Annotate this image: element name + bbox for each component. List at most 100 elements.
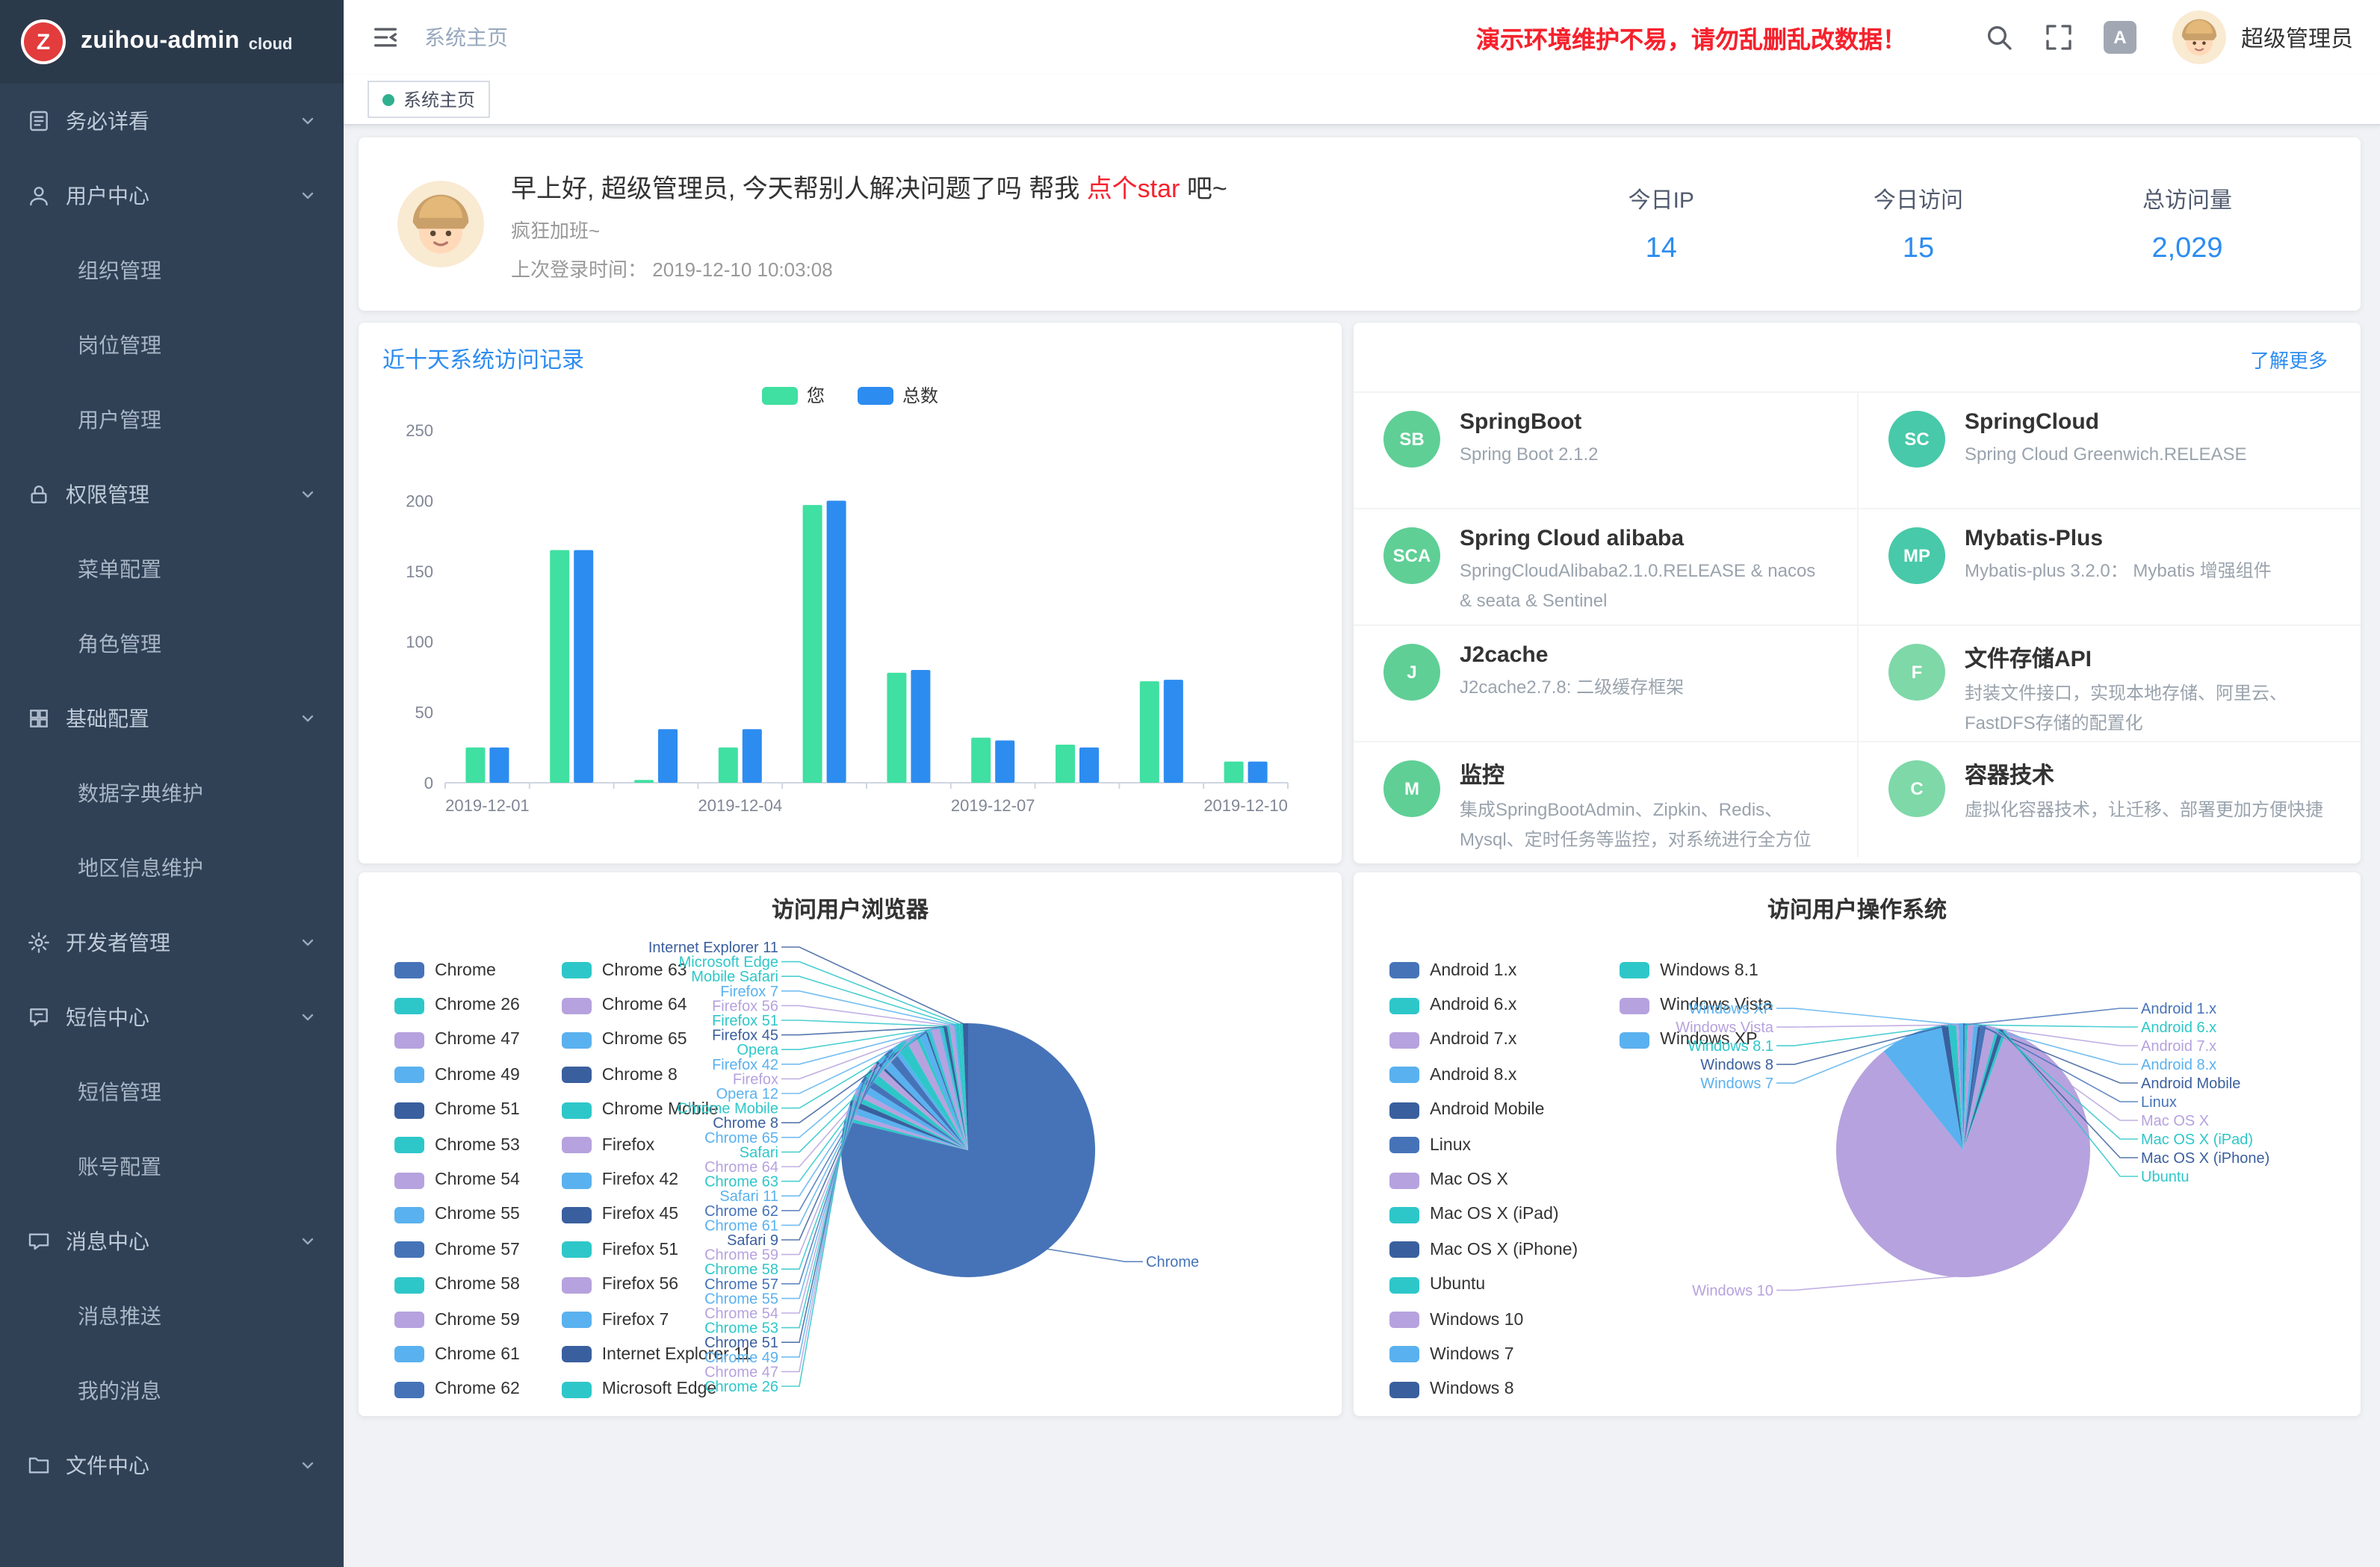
bar-segment[interactable] — [489, 748, 509, 783]
bar-chart: 0501001502002502019-12-012019-12-042019-… — [382, 412, 1309, 843]
sidebar-subitem[interactable]: 用户管理 — [0, 382, 344, 457]
chevron-down-icon — [299, 934, 317, 952]
tech-desc: Spring Boot 2.1.2 — [1460, 441, 1598, 471]
logo-icon: Z — [21, 19, 66, 64]
tech-grid: SBSpringBootSpring Boot 2.1.2SCSpringClo… — [1354, 391, 2361, 857]
pie-label: Windows XP — [1689, 1001, 1773, 1017]
tech-badge: C — [1888, 760, 1945, 817]
sidebar-subitem[interactable]: 数据字典维护 — [0, 756, 344, 831]
sidebar-subitem[interactable]: 短信管理 — [0, 1055, 344, 1129]
pie-label: Mac OS X (iPad) — [2141, 1132, 2253, 1148]
bar-segment[interactable] — [743, 729, 762, 783]
legend-item[interactable]: 您 — [762, 382, 825, 408]
tech-info: Mybatis-PlusMybatis-plus 3.2.0： Mybatis … — [1965, 523, 2272, 611]
sidebar-subitem[interactable]: 我的消息 — [0, 1353, 344, 1428]
fullscreen-icon[interactable] — [2044, 22, 2074, 52]
last-login: 上次登录时间： 2019-12-10 10:03:08 — [511, 253, 1628, 282]
bar-segment[interactable] — [634, 780, 654, 783]
sidebar-item[interactable]: 务必详看 — [0, 84, 344, 158]
main-area: 系统主页 演示环境维护不易，请勿乱删乱改数据！ A — [344, 0, 2380, 1567]
sidebar-subitem[interactable]: 组织管理 — [0, 233, 344, 308]
tech-desc: 集成SpringBootAdmin、Zipkin、Redis、Mysql、定时任… — [1460, 796, 1827, 857]
sidebar-subitem-label: 角色管理 — [78, 629, 161, 659]
stat-label: 总访问量 — [2142, 183, 2232, 214]
legend-swatch — [762, 386, 798, 404]
tech-item[interactable]: F文件存储API封装文件接口，实现本地存储、阿里云、FastDFS存储的配置化 — [1857, 624, 2361, 741]
bar-segment[interactable] — [1224, 762, 1244, 783]
tech-item[interactable]: JJ2cacheJ2cache2.7.8: 二级缓存框架 — [1354, 624, 1857, 741]
sidebar-item-label: 基础配置 — [66, 704, 284, 733]
bar-segment[interactable] — [971, 738, 991, 783]
tech-title: Mybatis-Plus — [1965, 526, 2272, 551]
sidebar-subitem[interactable]: 岗位管理 — [0, 308, 344, 382]
tech-item[interactable]: SCASpring Cloud alibabaSpringCloudAlibab… — [1354, 508, 1857, 624]
sidebar-subitem[interactable]: 角色管理 — [0, 606, 344, 681]
tech-badge: F — [1888, 644, 1945, 701]
bar-segment[interactable] — [658, 729, 678, 783]
sidebar-subitem[interactable]: 账号配置 — [0, 1129, 344, 1204]
bar-segment[interactable] — [719, 748, 738, 783]
font-size-icon[interactable]: A — [2104, 21, 2136, 54]
avatar[interactable] — [2172, 10, 2226, 64]
bar-segment[interactable] — [465, 748, 485, 783]
sidebar-item-label: 短信中心 — [66, 1002, 284, 1032]
app-logo[interactable]: Z zuihou-admin cloud — [0, 0, 344, 84]
app-title: zuihou-admin — [81, 28, 240, 55]
tech-item[interactable]: SBSpringBootSpring Boot 2.1.2 — [1354, 391, 1857, 508]
tech-item[interactable]: C容器技术虚拟化容器技术，让迁移、部署更加方便快捷 — [1857, 741, 2361, 857]
pie-label: Linux — [2141, 1094, 2177, 1111]
sidebar-item-label: 权限管理 — [66, 480, 284, 509]
pie-label: Android Mobile — [2141, 1076, 2240, 1092]
menu-collapse-icon[interactable] — [371, 22, 400, 52]
stat-value: 14 — [1628, 232, 1694, 265]
tab-home[interactable]: 系统主页 — [368, 81, 490, 118]
bar-segment[interactable] — [1140, 681, 1159, 783]
bar-segment[interactable] — [887, 673, 906, 783]
app-title-suffix: cloud — [249, 35, 293, 53]
bar-segment[interactable] — [574, 550, 593, 783]
tech-item[interactable]: SCSpringCloudSpring Cloud Greenwich.RELE… — [1857, 391, 2361, 508]
legend-item[interactable]: 总数 — [858, 382, 938, 408]
bar-segment[interactable] — [1164, 680, 1183, 783]
bar-chart-legend: 您 总数 — [359, 382, 1342, 408]
sidebar-item[interactable]: 短信中心 — [0, 980, 344, 1055]
bar-segment[interactable] — [803, 505, 822, 783]
sidebar-subitem[interactable]: 消息推送 — [0, 1279, 344, 1353]
sidebar-item[interactable]: 权限管理 — [0, 457, 344, 532]
bar-segment[interactable] — [1056, 745, 1075, 783]
tech-badge: SB — [1383, 411, 1440, 468]
tech-item[interactable]: M监控集成SpringBootAdmin、Zipkin、Redis、Mysql、… — [1354, 741, 1857, 857]
search-icon[interactable] — [1984, 22, 2014, 52]
folder-icon — [27, 1453, 51, 1477]
y-tick-label: 150 — [406, 562, 433, 581]
sidebar-item[interactable]: 开发者管理 — [0, 905, 344, 980]
sidebar-subitem[interactable]: 地区信息维护 — [0, 831, 344, 905]
browser-chart-card: 访问用户浏览器 ChromeChrome 26Chrome 47Chrome 4… — [359, 872, 1342, 1416]
bar-segment[interactable] — [1248, 762, 1268, 783]
bar-segment[interactable] — [550, 550, 569, 783]
stat-value: 2,029 — [2142, 232, 2232, 265]
sidebar-item[interactable]: 文件中心 — [0, 1428, 344, 1503]
app-root: Z zuihou-admin cloud 务必详看用户中心组织管理岗位管理用户管… — [0, 0, 2380, 1567]
username[interactable]: 超级管理员 — [2241, 22, 2353, 53]
pie-label: Android 1.x — [2141, 1001, 2216, 1017]
sidebar-subitem[interactable]: 菜单配置 — [0, 532, 344, 606]
gear-icon — [27, 931, 51, 955]
sidebar-item[interactable]: 基础配置 — [0, 681, 344, 756]
chat-icon — [27, 1229, 51, 1253]
bar-segment[interactable] — [995, 740, 1014, 783]
pie-label: Android 8.x — [2141, 1057, 2216, 1073]
bar-segment[interactable] — [911, 670, 930, 783]
chevron-down-icon — [299, 710, 317, 727]
learn-more-link[interactable]: 了解更多 — [2250, 345, 2328, 373]
bar-segment[interactable] — [1079, 748, 1099, 783]
sidebar-item[interactable]: 消息中心 — [0, 1204, 344, 1279]
breadcrumb[interactable]: 系统主页 — [424, 22, 508, 52]
sms-icon — [27, 1005, 51, 1029]
sidebar-item[interactable]: 用户中心 — [0, 158, 344, 233]
last-login-label: 上次登录时间： — [511, 258, 647, 280]
bar-segment[interactable] — [827, 500, 846, 783]
tech-item[interactable]: MPMybatis-PlusMybatis-plus 3.2.0： Mybati… — [1857, 508, 2361, 624]
tech-desc: Spring Cloud Greenwich.RELEASE — [1965, 441, 2247, 471]
star-link[interactable]: 点个star — [1087, 174, 1180, 202]
